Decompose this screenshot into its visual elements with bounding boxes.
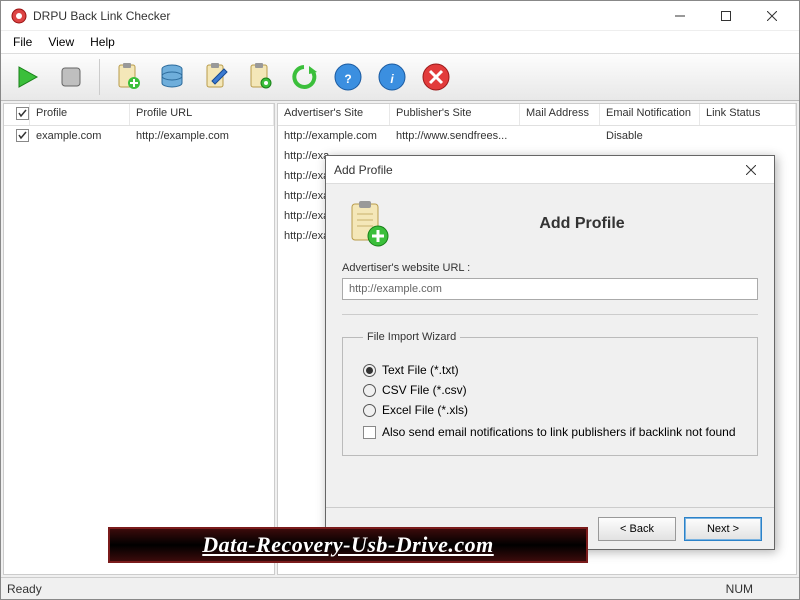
minimize-button[interactable] — [657, 1, 703, 31]
menubar: File View Help — [1, 31, 799, 53]
col-profile-url[interactable]: Profile URL — [130, 104, 274, 125]
stop-button[interactable] — [51, 57, 91, 97]
col-pub-site[interactable]: Publisher's Site — [390, 104, 520, 125]
add-profile-dialog: Add Profile Add Profile Advertiser's web… — [325, 155, 775, 550]
col-profile[interactable]: Profile — [30, 104, 130, 125]
clipboard-add-icon[interactable] — [108, 57, 148, 97]
statusbar: Ready NUM — [1, 577, 799, 599]
status-num: NUM — [726, 582, 753, 596]
info-icon[interactable]: i — [372, 57, 412, 97]
radio-icon — [363, 364, 376, 377]
play-button[interactable] — [7, 57, 47, 97]
wizard-legend: File Import Wizard — [363, 331, 460, 343]
url-label: Advertiser's website URL : — [342, 262, 758, 274]
menu-help[interactable]: Help — [82, 33, 123, 51]
database-icon[interactable] — [152, 57, 192, 97]
help-icon[interactable]: ? — [328, 57, 368, 97]
maximize-button[interactable] — [703, 1, 749, 31]
link-row[interactable]: http://example.com http://www.sendfrees.… — [278, 126, 796, 146]
col-adv-site[interactable]: Advertiser's Site — [278, 104, 390, 125]
col-link-status[interactable]: Link Status — [700, 104, 796, 125]
menu-file[interactable]: File — [5, 33, 40, 51]
cell-profile-url: http://example.com — [130, 128, 274, 144]
toolbar: ? i — [1, 53, 799, 101]
next-button[interactable]: Next > — [684, 517, 762, 541]
clipboard-edit-icon[interactable] — [196, 57, 236, 97]
profiles-panel: Profile Profile URL example.com http://e… — [3, 103, 275, 575]
profile-row[interactable]: example.com http://example.com — [4, 126, 274, 146]
close-button[interactable] — [749, 1, 795, 31]
advertiser-url-input[interactable] — [342, 278, 758, 300]
col-email-notif[interactable]: Email Notification — [600, 104, 700, 125]
svg-text:?: ? — [344, 72, 351, 86]
back-button[interactable]: < Back — [598, 517, 676, 541]
profiles-header: Profile Profile URL — [4, 104, 274, 126]
radio-csv-file[interactable]: CSV File (*.csv) — [363, 383, 737, 397]
notify-checkbox-row[interactable]: Also send email notifications to link pu… — [363, 425, 737, 439]
radio-icon — [363, 404, 376, 417]
toolbar-separator — [99, 59, 100, 95]
titlebar: DRPU Back Link Checker — [1, 1, 799, 31]
close-red-icon[interactable] — [416, 57, 456, 97]
col-mail[interactable]: Mail Address — [520, 104, 600, 125]
radio-excel-file[interactable]: Excel File (*.xls) — [363, 403, 737, 417]
dialog-body: Add Profile Advertiser's website URL : F… — [326, 184, 774, 507]
status-ready: Ready — [7, 582, 42, 596]
refresh-icon[interactable] — [284, 57, 324, 97]
dialog-titlebar: Add Profile — [326, 156, 774, 184]
app-icon — [11, 8, 27, 24]
dialog-title: Add Profile — [334, 163, 736, 177]
dialog-close-button[interactable] — [736, 156, 766, 184]
divider — [342, 314, 758, 315]
file-import-wizard: File Import Wizard Text File (*.txt) CSV… — [342, 331, 758, 456]
clipboard-gear-icon[interactable] — [240, 57, 280, 97]
select-all-checkbox[interactable] — [16, 107, 29, 120]
window-title: DRPU Back Link Checker — [33, 9, 657, 23]
links-header: Advertiser's Site Publisher's Site Mail … — [278, 104, 796, 126]
clipboard-add-icon — [342, 200, 390, 248]
menu-view[interactable]: View — [40, 33, 82, 51]
notify-checkbox[interactable] — [363, 426, 376, 439]
dialog-heading: Add Profile — [406, 215, 758, 233]
radio-icon — [363, 384, 376, 397]
row-checkbox[interactable] — [16, 129, 29, 142]
radio-text-file[interactable]: Text File (*.txt) — [363, 363, 737, 377]
dialog-footer: < Back Next > — [326, 507, 774, 549]
cell-profile: example.com — [30, 128, 130, 144]
